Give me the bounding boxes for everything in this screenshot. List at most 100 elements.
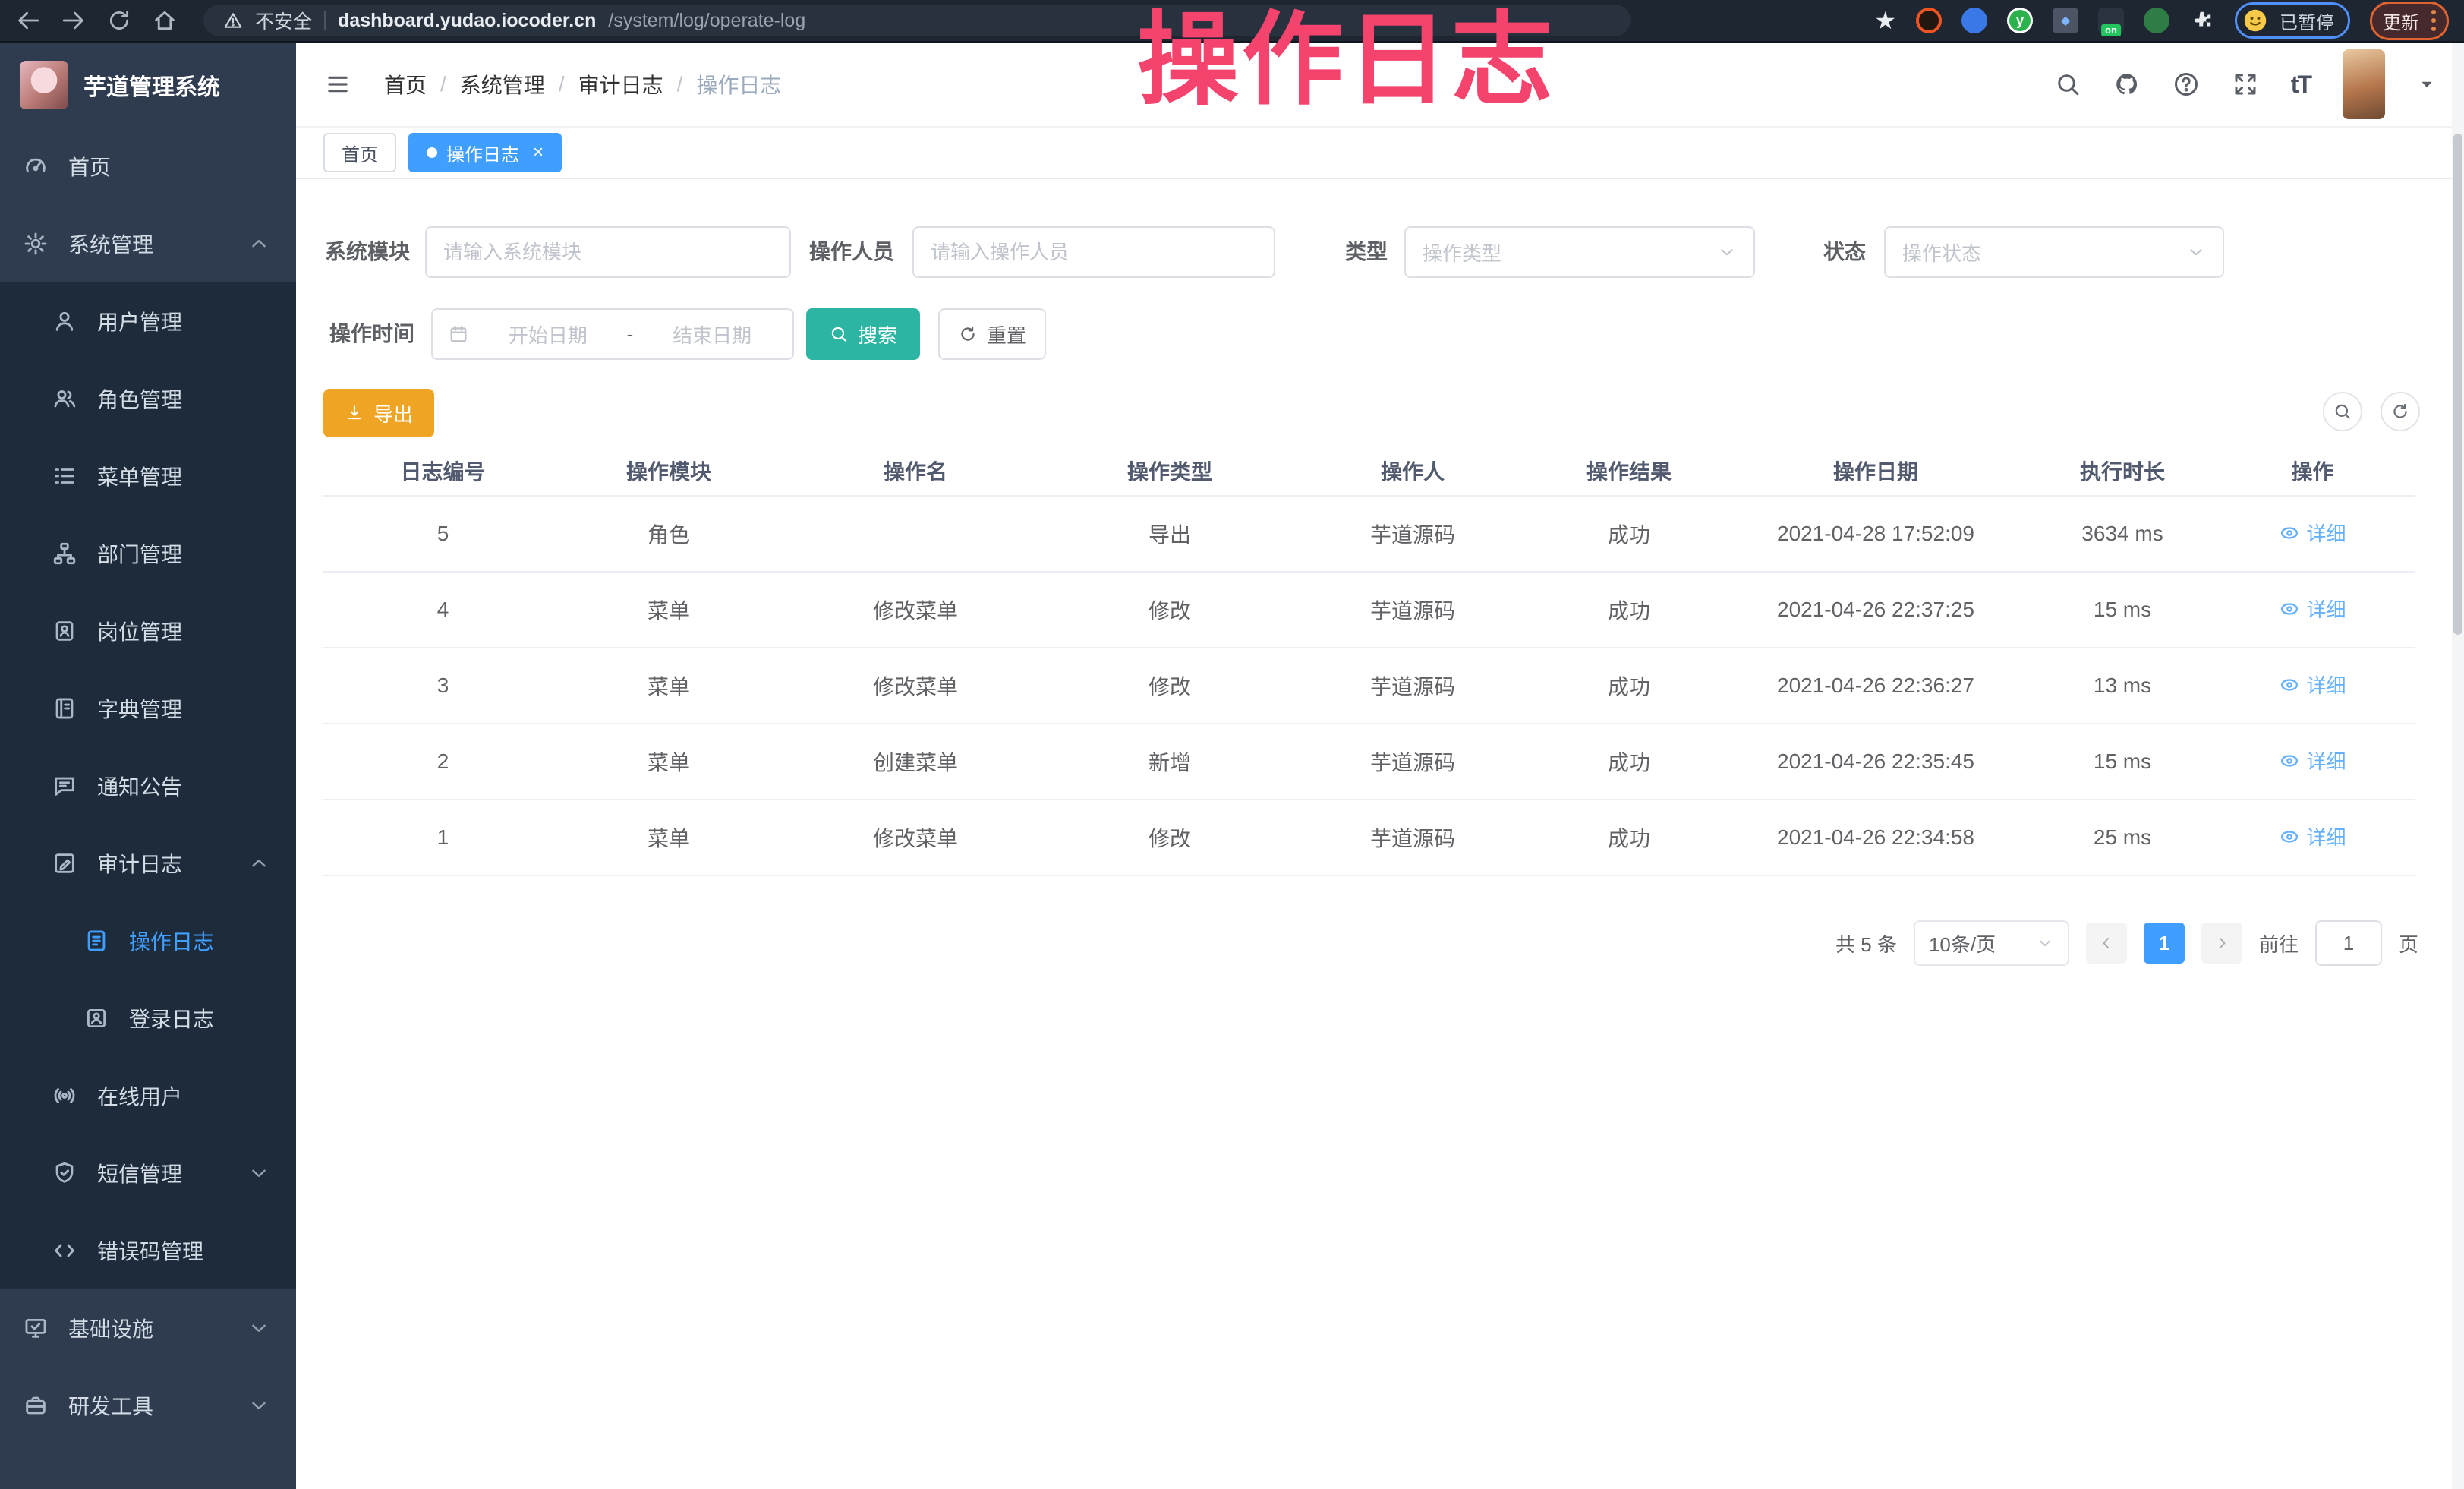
breadcrumb-system[interactable]: 系统管理 xyxy=(460,69,545,99)
breadcrumb-home[interactable]: 首页 xyxy=(384,69,427,99)
extension-icon-6[interactable] xyxy=(2144,8,2169,33)
tab-home[interactable]: 首页 xyxy=(323,133,396,172)
tab-close-icon[interactable]: × xyxy=(533,142,544,163)
chevron-down-icon xyxy=(247,1162,270,1185)
sidebar-fold-icon[interactable] xyxy=(323,70,352,99)
window-scrollbar[interactable] xyxy=(2452,43,2464,1489)
caret-down-icon[interactable] xyxy=(2417,74,2437,94)
dictionary-icon xyxy=(52,696,77,721)
sidebar-item-departments[interactable]: 部门管理 xyxy=(0,515,296,592)
current-page-button[interactable]: 1 xyxy=(2144,923,2185,964)
time-label: 操作时间 xyxy=(329,308,414,360)
gear-icon xyxy=(23,231,49,257)
badge-icon xyxy=(52,618,77,644)
detail-link[interactable]: 详细 xyxy=(2279,519,2346,547)
refresh-icon xyxy=(958,324,978,344)
extension-icon-2[interactable] xyxy=(1961,8,1987,33)
next-page-button[interactable] xyxy=(2201,923,2242,964)
reset-button[interactable]: 重置 xyxy=(938,308,1046,360)
sidebar-item-dictionary[interactable]: 字典管理 xyxy=(0,670,296,747)
module-input[interactable] xyxy=(425,226,791,278)
refresh-table-button[interactable] xyxy=(2381,392,2420,431)
github-icon[interactable] xyxy=(2113,71,2141,98)
back-icon[interactable] xyxy=(15,8,41,33)
sidebar-item-infrastructure[interactable]: 基础设施 xyxy=(0,1289,296,1367)
sidebar-item-online-users[interactable]: 在线用户 xyxy=(0,1057,296,1134)
url-path: /system/log/operate-log xyxy=(608,10,805,32)
range-separator: - xyxy=(627,323,634,346)
prev-page-button[interactable] xyxy=(2086,923,2127,964)
scrollbar-thumb[interactable] xyxy=(2453,134,2462,635)
operator-input[interactable] xyxy=(912,226,1275,278)
announcement-icon xyxy=(52,773,77,799)
toggle-search-button[interactable] xyxy=(2323,392,2362,431)
page-size-select[interactable]: 10条/页 xyxy=(1914,920,2069,966)
end-date-placeholder[interactable]: 结束日期 xyxy=(647,320,777,349)
sidebar-item-login-log[interactable]: 登录日志 xyxy=(0,980,296,1057)
goto-page-input[interactable] xyxy=(2315,920,2382,966)
browser-toolbar: 不安全 dashboard.yudao.iocoder.cn /system/l… xyxy=(0,0,2464,43)
page-content: 系统模块 操作人员 类型 操作类型 状态 操作状态 操作时间 开 xyxy=(296,179,2464,1489)
start-date-placeholder[interactable]: 开始日期 xyxy=(483,320,613,349)
sidebar-item-error-codes[interactable]: 错误码管理 xyxy=(0,1212,296,1289)
bookmark-star-icon[interactable]: ★ xyxy=(1874,8,1896,33)
sidebar-item-menus[interactable]: 菜单管理 xyxy=(0,437,296,515)
export-button[interactable]: 导出 xyxy=(323,389,434,437)
detail-link[interactable]: 详细 xyxy=(2279,670,2346,699)
chevron-down-icon xyxy=(2036,934,2054,952)
search-button[interactable]: 搜索 xyxy=(806,308,920,360)
update-button[interactable]: 更新 xyxy=(2370,2,2449,40)
forward-icon[interactable] xyxy=(61,8,87,33)
search-icon[interactable] xyxy=(2054,71,2081,98)
table-row: 3 菜单 修改菜单 修改 芋道源码 成功 2021-04-26 22:36:27… xyxy=(323,648,2415,724)
sidebar-item-users[interactable]: 用户管理 xyxy=(0,282,296,360)
date-range-picker[interactable]: 开始日期 - 结束日期 xyxy=(431,308,794,360)
sidebar-item-posts[interactable]: 岗位管理 xyxy=(0,592,296,670)
detail-link[interactable]: 详细 xyxy=(2279,822,2346,850)
browser-actions: ★ y ◆ on 已暂停 更新 xyxy=(1874,2,2449,40)
page-unit-label: 页 xyxy=(2399,929,2418,957)
type-label: 类型 xyxy=(1345,226,1388,278)
chevron-down-icon xyxy=(247,1317,270,1339)
eye-icon xyxy=(2279,598,2300,620)
sidebar-item-home[interactable]: 首页 xyxy=(0,128,296,205)
tab-operate-log[interactable]: 操作日志 × xyxy=(408,133,562,172)
operator-label: 操作人员 xyxy=(809,226,894,278)
detail-link[interactable]: 详细 xyxy=(2279,595,2346,623)
breadcrumb-audit-log[interactable]: 审计日志 xyxy=(578,69,663,99)
dashboard-icon xyxy=(23,153,49,179)
app-logo[interactable]: 芋道管理系统 xyxy=(0,43,296,128)
extensions-puzzle-icon[interactable] xyxy=(2189,8,2215,33)
home-icon[interactable] xyxy=(152,8,178,33)
type-select[interactable]: 操作类型 xyxy=(1404,226,1755,278)
detail-link[interactable]: 详细 xyxy=(2279,746,2346,774)
sidebar-item-audit-log[interactable]: 审计日志 xyxy=(0,825,296,902)
operate-log-icon xyxy=(83,928,109,954)
status-select[interactable]: 操作状态 xyxy=(1884,226,2224,278)
extension-icon-1[interactable] xyxy=(1916,8,1942,33)
help-icon[interactable] xyxy=(2173,71,2200,98)
reload-icon[interactable] xyxy=(106,8,132,33)
sidebar-item-sms[interactable]: 短信管理 xyxy=(0,1134,296,1212)
extension-icon-5[interactable]: on xyxy=(2098,8,2124,33)
url-divider xyxy=(324,11,326,30)
warning-icon xyxy=(223,11,243,30)
eye-icon xyxy=(2279,826,2300,847)
extension-icon-3[interactable]: y xyxy=(2007,8,2033,33)
font-size-icon[interactable]: tT xyxy=(2291,71,2311,99)
chevron-down-icon xyxy=(247,1394,270,1417)
address-bar[interactable]: 不安全 dashboard.yudao.iocoder.cn /system/l… xyxy=(203,5,1631,36)
browser-menu-icon[interactable] xyxy=(2431,10,2436,31)
fullscreen-icon[interactable] xyxy=(2232,71,2259,98)
module-label: 系统模块 xyxy=(325,226,410,278)
sidebar-item-operate-log[interactable]: 操作日志 xyxy=(0,902,296,980)
audit-icon xyxy=(52,850,77,876)
profile-avatar-icon xyxy=(2242,7,2269,34)
profile-chip[interactable]: 已暂停 xyxy=(2235,2,2350,39)
sidebar-item-dev-tools[interactable]: 研发工具 xyxy=(0,1367,296,1444)
sidebar-item-roles[interactable]: 角色管理 xyxy=(0,360,296,437)
user-avatar[interactable] xyxy=(2343,49,2385,119)
sidebar-item-system[interactable]: 系统管理 xyxy=(0,205,296,282)
sidebar-item-announcements[interactable]: 通知公告 xyxy=(0,747,296,825)
extension-icon-4[interactable]: ◆ xyxy=(2053,8,2078,33)
